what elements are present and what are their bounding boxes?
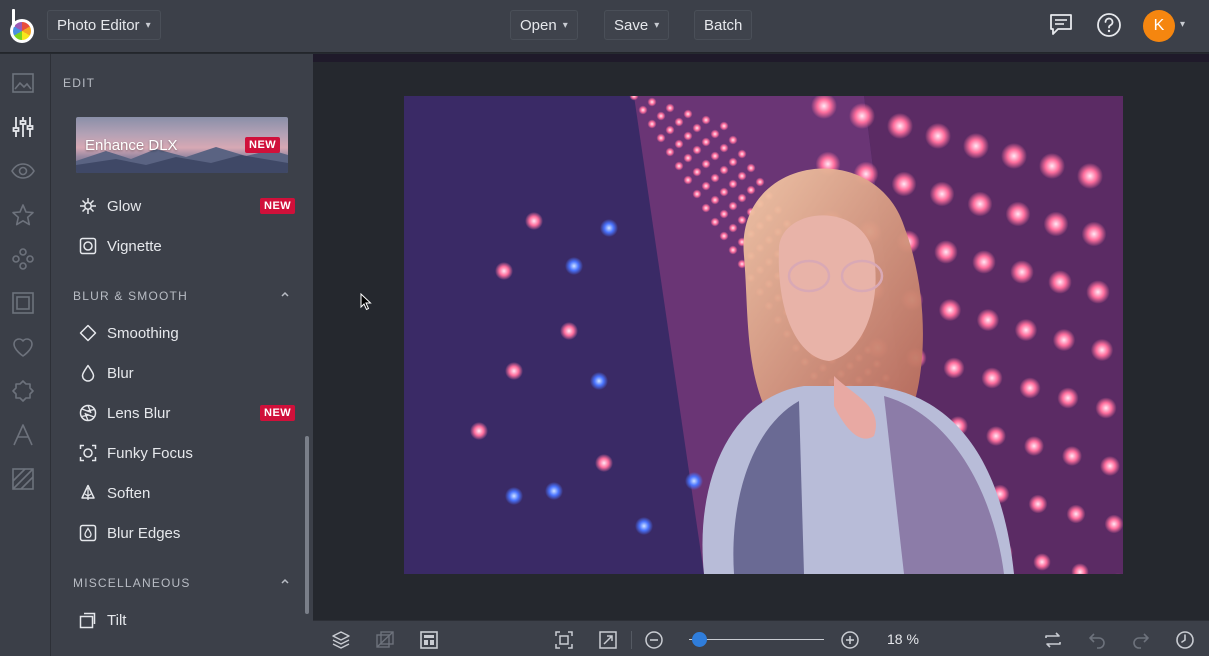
vignette-icon (79, 237, 97, 255)
tool-label: Soften (107, 484, 151, 502)
enhance-dlx-banner[interactable]: Enhance DLX NEW (76, 117, 288, 173)
tool-soften[interactable]: Soften (79, 481, 150, 505)
banner-label: Enhance DLX (85, 137, 178, 154)
tool-lens-blur[interactable]: Lens Blur (79, 401, 170, 425)
zoom-out-icon[interactable] (644, 630, 664, 650)
tool-label: Funky Focus (107, 444, 193, 462)
tool-label: Tilt (107, 611, 127, 629)
tool-tilt[interactable]: Tilt (79, 608, 126, 632)
edit-section-header: EDIT (63, 76, 96, 90)
chevron-up-icon[interactable] (280, 576, 290, 586)
batch-button[interactable]: Batch (694, 10, 753, 40)
blur-edges-icon (79, 524, 97, 542)
mouse-cursor-icon (360, 293, 372, 311)
chevron-down-icon: ▾ (562, 19, 568, 31)
zoom-slider-handle[interactable] (692, 632, 708, 647)
frame-icon[interactable] (11, 291, 35, 315)
eye-icon[interactable] (11, 159, 35, 183)
new-badge: NEW (260, 405, 296, 421)
chevron-down-icon: ▾ (654, 19, 660, 31)
chat-icon[interactable] (1048, 12, 1074, 38)
app-switcher-button[interactable]: Photo Editor ▾ (47, 10, 161, 40)
save-button[interactable]: Save ▾ (604, 10, 670, 40)
feather-icon (81, 484, 95, 500)
photo-content (404, 96, 1123, 574)
image-icon[interactable] (11, 71, 35, 95)
help-icon[interactable] (1096, 12, 1122, 38)
tool-label: Blur Edges (107, 524, 181, 542)
top-bar: Photo Editor ▾ Open ▾ Save ▾ Batch K ▾ (0, 0, 1209, 53)
sliders-icon[interactable] (11, 115, 35, 139)
chevron-down-icon[interactable]: ▾ (1180, 19, 1185, 30)
fit-to-screen-icon[interactable] (554, 630, 574, 650)
tool-blur-edges[interactable]: Blur Edges (79, 521, 180, 545)
tool-label: Lens Blur (107, 404, 171, 422)
tilt-icon (79, 612, 96, 629)
tool-funky-focus[interactable]: Funky Focus (79, 441, 193, 465)
tool-label: Blur (107, 364, 134, 382)
redo-icon[interactable] (1131, 630, 1151, 650)
panel-scrollbar[interactable] (305, 436, 309, 614)
blur-smooth-section-header[interactable]: BLUR & SMOOTH (73, 289, 188, 303)
new-badge: NEW (245, 137, 281, 153)
avatar[interactable]: K (1143, 10, 1175, 42)
star-icon[interactable] (11, 203, 35, 227)
bottom-toolbar: 18 % (313, 620, 1209, 656)
undo-icon[interactable] (1087, 630, 1107, 650)
app-title: Photo Editor (57, 16, 140, 34)
new-badge: NEW (260, 198, 296, 214)
avatar-initial: K (1153, 17, 1165, 34)
divider (631, 631, 632, 649)
shapes-icon[interactable] (11, 247, 35, 271)
compare-icon[interactable] (375, 630, 395, 650)
batch-label: Batch (704, 16, 743, 34)
tool-smoothing[interactable]: Smoothing (79, 321, 179, 345)
app-logo[interactable] (9, 9, 37, 43)
zoom-in-icon[interactable] (840, 630, 860, 650)
template-icon[interactable] (419, 630, 439, 650)
aperture-icon (79, 404, 97, 422)
focus-icon (79, 444, 97, 462)
canvas-top-strip (313, 54, 1209, 62)
badge-icon[interactable] (11, 379, 35, 403)
tool-blur[interactable]: Blur (79, 361, 134, 385)
zoom-level: 18 % (887, 631, 919, 647)
tool-vignette[interactable]: Vignette (79, 234, 162, 258)
tool-label: Smoothing (107, 324, 179, 342)
chevron-up-icon[interactable] (280, 289, 290, 299)
drop-icon (81, 364, 95, 382)
save-label: Save (614, 16, 649, 34)
miscellaneous-section-header[interactable]: MISCELLANEOUS (73, 576, 191, 590)
heart-icon[interactable] (11, 335, 35, 359)
edit-panel: EDIT Enhance DLX NEW Glow NEW Vignette B… (51, 54, 313, 656)
tool-label: Vignette (107, 237, 162, 255)
tool-rail (0, 54, 51, 656)
sparkle-icon (80, 198, 96, 214)
edited-photo[interactable] (404, 96, 1123, 574)
text-icon[interactable] (11, 423, 35, 447)
chevron-down-icon: ▾ (145, 19, 151, 31)
texture-icon[interactable] (11, 467, 35, 491)
layers-icon[interactable] (331, 630, 351, 650)
tool-glow[interactable]: Glow (79, 194, 141, 218)
diamond-icon (79, 324, 97, 342)
zoom-slider-track[interactable] (689, 639, 824, 640)
open-button[interactable]: Open ▾ (510, 10, 578, 40)
history-icon[interactable] (1175, 630, 1195, 650)
actual-size-icon[interactable] (598, 630, 618, 650)
tool-label: Glow (107, 197, 142, 215)
open-label: Open (520, 16, 557, 34)
swap-icon[interactable] (1043, 630, 1063, 650)
